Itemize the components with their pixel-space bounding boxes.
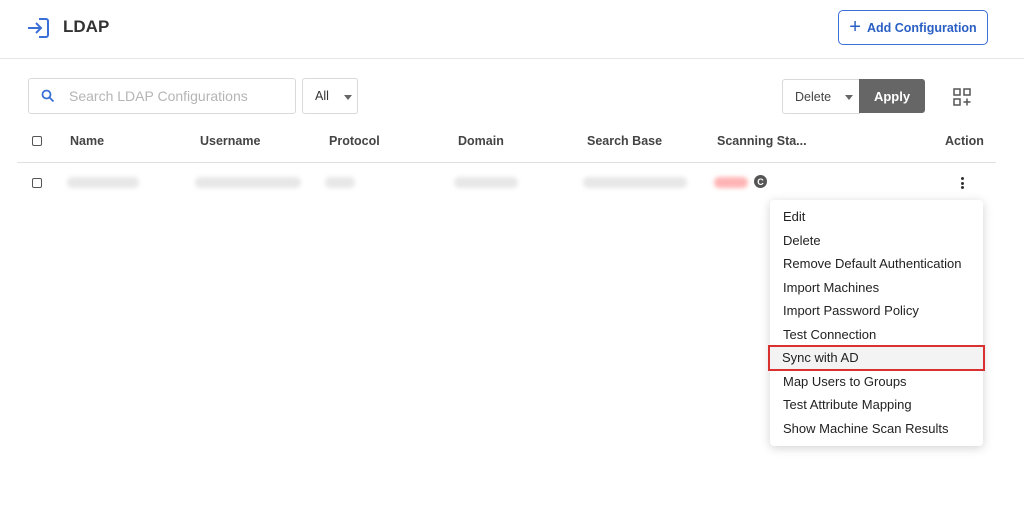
column-header-name[interactable]: Name: [70, 134, 104, 148]
column-header-domain[interactable]: Domain: [458, 134, 504, 148]
menu-item-import-machines[interactable]: Import Machines: [770, 276, 983, 300]
chevron-down-icon: [344, 95, 352, 100]
menu-item-remove-default-authentication[interactable]: Remove Default Authentication: [770, 252, 983, 276]
page-header: LDAP + Add Configuration: [0, 0, 1024, 59]
redacted-username: [195, 177, 301, 188]
redacted-name: [67, 177, 139, 188]
select-all-checkbox[interactable]: [32, 136, 42, 146]
menu-item-edit[interactable]: Edit: [770, 205, 983, 229]
column-header-protocol[interactable]: Protocol: [329, 134, 380, 148]
filter-select[interactable]: All: [302, 78, 358, 114]
menu-item-import-password-policy[interactable]: Import Password Policy: [770, 299, 983, 323]
column-header-username[interactable]: Username: [200, 134, 260, 148]
search-input[interactable]: [69, 85, 289, 107]
chevron-down-icon: [845, 95, 853, 100]
plus-icon: +: [849, 15, 861, 38]
bulk-action-value: Delete: [795, 89, 832, 104]
row-actions-menu: Edit Delete Remove Default Authenticatio…: [768, 200, 985, 446]
search-icon: [41, 89, 55, 103]
menu-item-test-connection[interactable]: Test Connection: [770, 323, 983, 347]
filter-value: All: [315, 89, 329, 103]
add-widget-icon[interactable]: [953, 88, 971, 106]
redacted-search-base: [583, 177, 687, 188]
add-configuration-label: Add Configuration: [866, 20, 977, 35]
apply-button[interactable]: Apply: [859, 79, 925, 113]
table-row: C: [17, 164, 996, 202]
add-configuration-button[interactable]: + Add Configuration: [838, 10, 988, 45]
bulk-action-select[interactable]: Delete: [782, 79, 860, 114]
menu-item-show-machine-scan-results[interactable]: Show Machine Scan Results: [770, 417, 983, 441]
page-title: LDAP: [63, 17, 110, 36]
column-header-scanning-status[interactable]: Scanning Sta...: [717, 134, 807, 148]
row-checkbox[interactable]: [32, 178, 42, 188]
status-icon: C: [754, 175, 767, 188]
menu-item-delete[interactable]: Delete: [770, 229, 983, 253]
redacted-protocol: [325, 177, 355, 188]
search-box: [28, 78, 296, 114]
column-header-action: Action: [945, 134, 984, 148]
menu-item-sync-with-ad[interactable]: Sync with AD: [768, 345, 985, 371]
redacted-scanning-status: [714, 177, 748, 188]
menu-item-map-users-to-groups[interactable]: Map Users to Groups: [770, 370, 983, 394]
login-icon: [28, 18, 49, 38]
column-header-search-base[interactable]: Search Base: [587, 134, 662, 148]
menu-item-test-attribute-mapping[interactable]: Test Attribute Mapping: [770, 393, 983, 417]
redacted-domain: [454, 177, 518, 188]
more-actions-icon[interactable]: [957, 175, 967, 191]
table-header: Name Username Protocol Domain Search Bas…: [17, 122, 996, 163]
